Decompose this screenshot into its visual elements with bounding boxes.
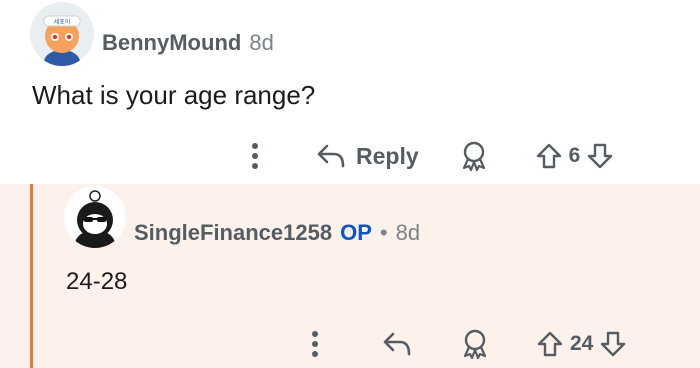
username[interactable]: BennyMound: [102, 30, 241, 56]
reply-arrow-icon: [317, 144, 345, 168]
comment: 세포이 BennyMound 8d What is your age range…: [0, 0, 700, 184]
more-vertical-icon: [312, 331, 318, 357]
downvote-icon: [588, 143, 613, 169]
downvote-icon: [601, 331, 626, 357]
downvote-button[interactable]: [599, 330, 627, 358]
upvote-button[interactable]: [535, 142, 563, 170]
upvote-button[interactable]: [536, 330, 564, 358]
vote-count: 6: [568, 144, 581, 167]
award-button[interactable]: [459, 140, 489, 172]
award-icon: [463, 329, 487, 360]
thread-line[interactable]: [30, 184, 33, 368]
comment-actions: 24: [310, 326, 627, 362]
comment-body: 24-28: [66, 268, 128, 295]
timestamp: 8d: [249, 30, 274, 55]
separator-dot: •: [379, 220, 388, 245]
reply-arrow-icon: [383, 332, 411, 356]
more-vertical-icon: [252, 143, 258, 169]
award-icon: [462, 141, 485, 172]
avatar-snoo-icon: [64, 186, 126, 248]
upvote-icon: [536, 143, 561, 169]
more-options-button[interactable]: [310, 329, 320, 359]
comment-actions: Reply 6: [250, 138, 614, 174]
reply-button[interactable]: Reply: [316, 143, 419, 170]
avatar-badge-text: 세포이: [54, 18, 71, 26]
reply-button[interactable]: [382, 331, 412, 357]
downvote-button[interactable]: [586, 142, 614, 170]
comment-body: What is your age range?: [32, 80, 316, 110]
vote-count: 24: [570, 332, 594, 355]
reply-label: Reply: [356, 142, 419, 169]
award-button[interactable]: [460, 328, 490, 360]
avatar-snoo-icon: 세포이: [30, 2, 94, 66]
timestamp: 8d: [395, 220, 421, 245]
comment-meta: BennyMound 8d: [102, 30, 274, 56]
op-badge: OP: [340, 220, 372, 245]
avatar[interactable]: 세포이: [30, 2, 94, 66]
comment-meta: SingleFinance1258 OP • 8d: [134, 220, 420, 246]
avatar[interactable]: [64, 186, 126, 248]
reply-comment: SingleFinance1258 OP • 8d 24-28 24: [0, 184, 700, 368]
more-options-button[interactable]: [250, 141, 260, 171]
username[interactable]: SingleFinance1258: [134, 220, 332, 246]
upvote-icon: [537, 331, 563, 357]
